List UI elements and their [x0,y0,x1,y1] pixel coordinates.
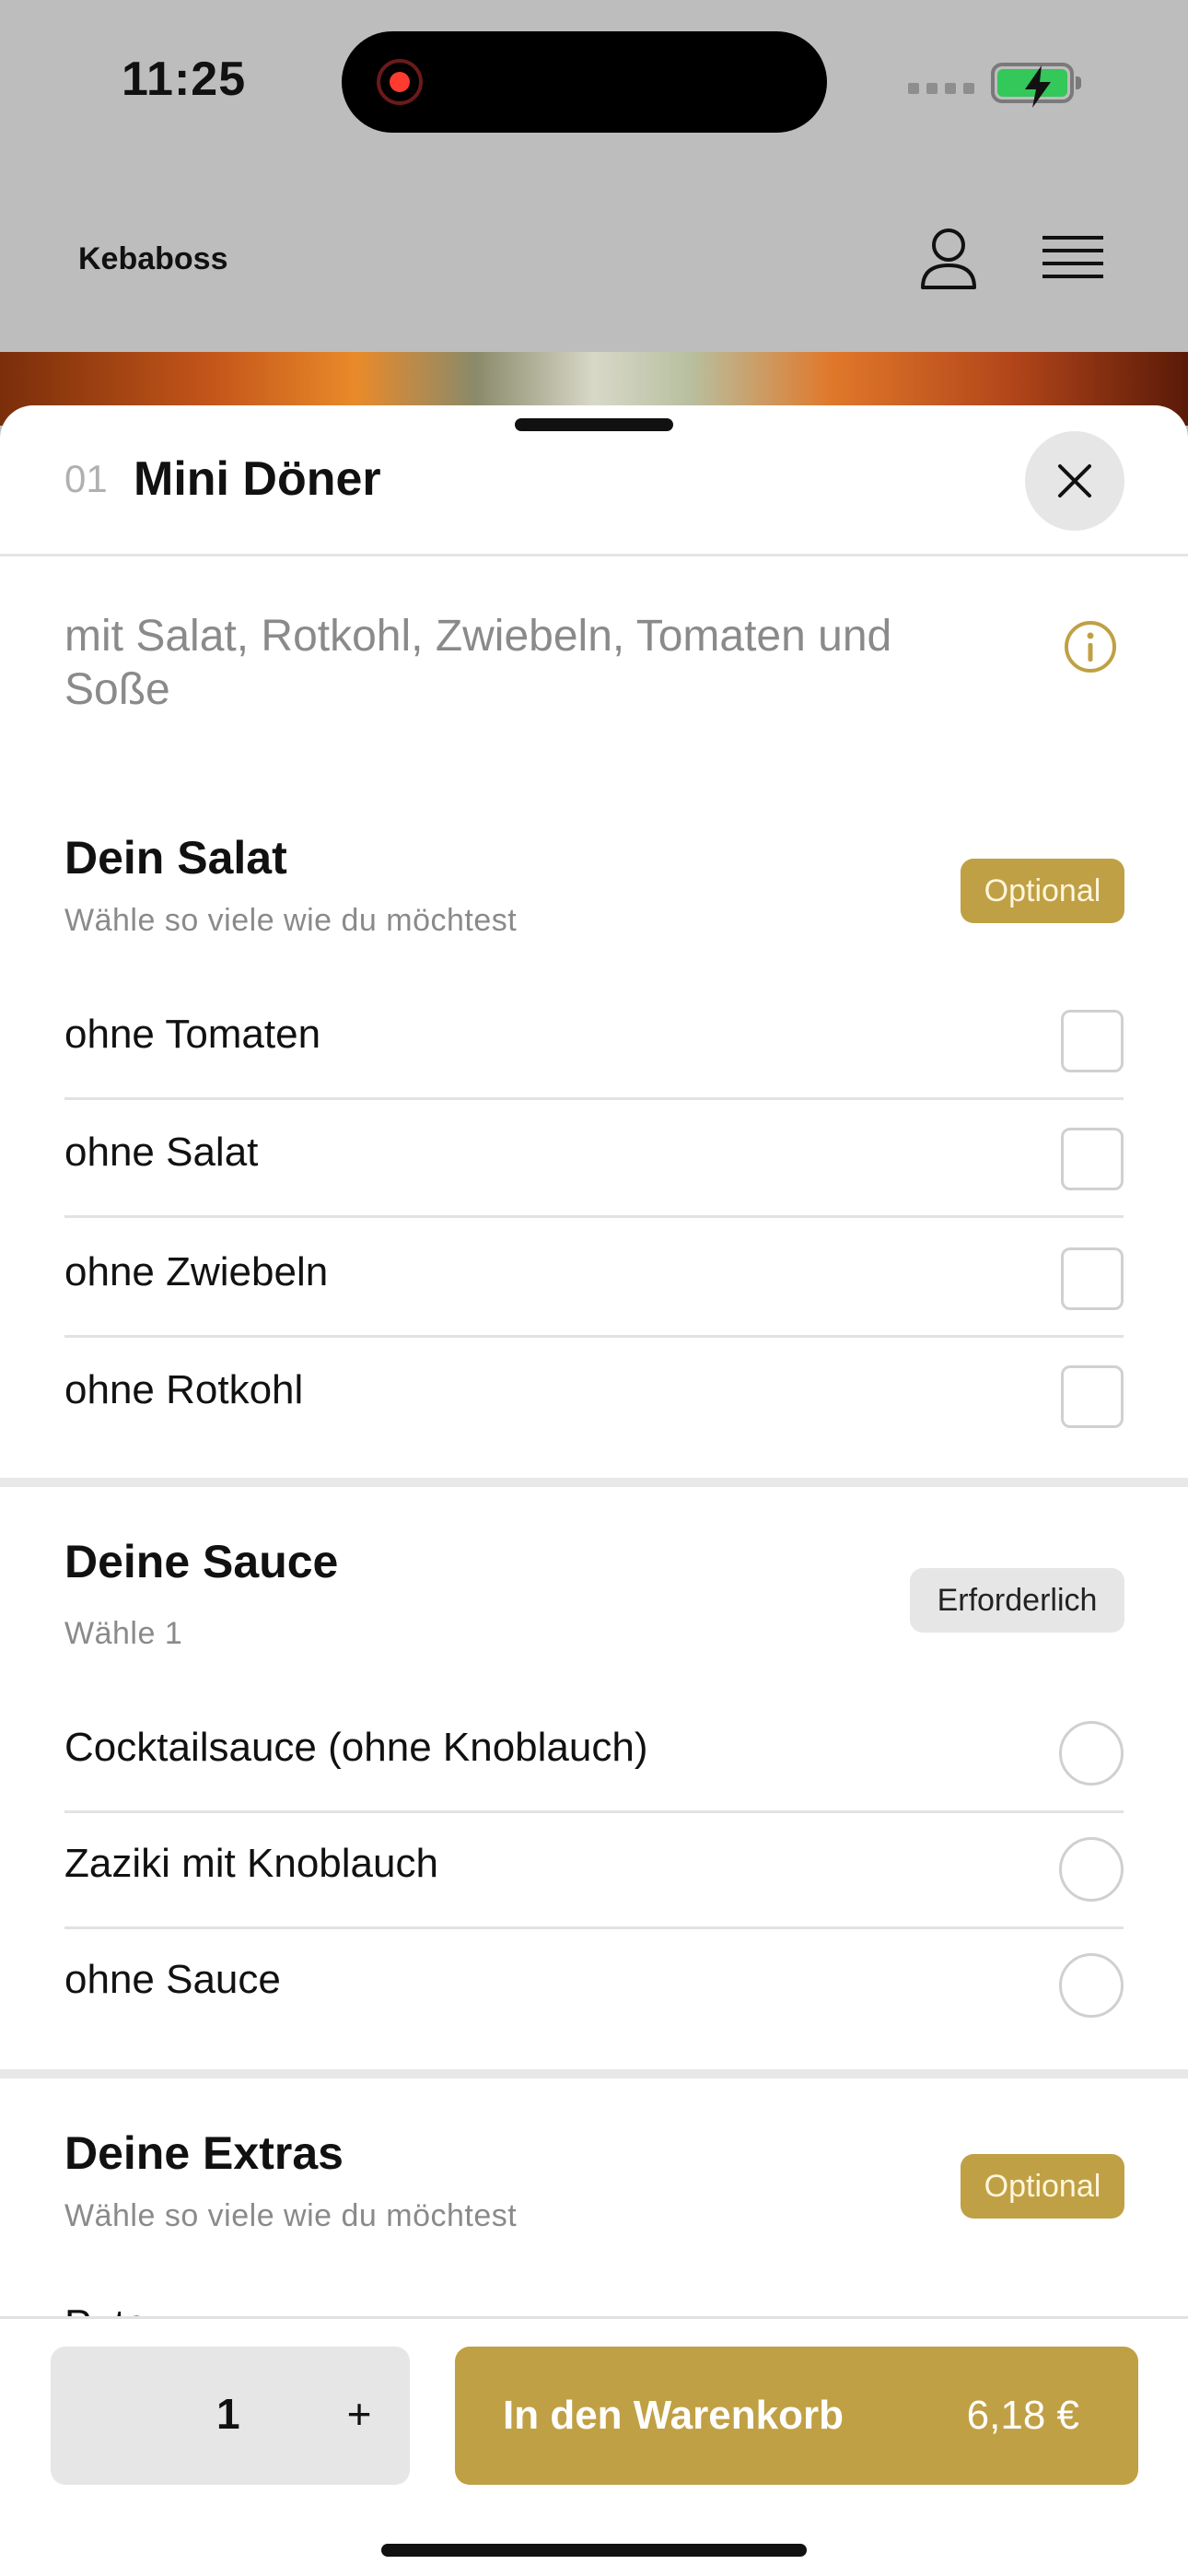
add-to-cart-label: In den Warenkorb [503,2393,844,2438]
option-label: ohne Rotkohl [64,1367,304,1412]
option-row[interactable]: ohne Rotkohl [64,1338,1124,1456]
menu-icon[interactable] [1042,232,1103,284]
section-subtitle-sauce: Wähle 1 [64,1616,183,1651]
option-row[interactable]: ohne Zwiebeln [64,1220,1124,1338]
option-row[interactable]: Cocktailsauce (ohne Knoblauch) [64,1695,1124,1813]
home-indicator[interactable] [381,2544,807,2557]
option-row[interactable]: ohne Salat [64,1100,1124,1218]
section-separator [0,1478,1188,1487]
option-label: ohne Zwiebeln [64,1249,329,1294]
option-row[interactable]: ohne Tomaten [64,982,1124,1100]
plus-button[interactable]: + [327,2382,391,2446]
option-radio[interactable] [1059,1953,1124,2018]
item-description: mit Salat, Rotkohl, Zwiebeln, Tomaten un… [64,612,892,714]
option-radio[interactable] [1059,1721,1124,1786]
option-checkbox[interactable] [1061,1010,1124,1072]
option-radio[interactable] [1059,1837,1124,1902]
info-icon[interactable] [1063,619,1118,674]
close-button[interactable] [1025,431,1124,531]
battery-icon [991,63,1081,108]
bottom-action-bar: 1 + In den Warenkorb 6,18 € [0,2316,1188,2576]
section-subtitle-extras: Wähle so viele wie du möchtest [64,2198,518,2233]
option-label: ohne Sauce [64,1957,281,2002]
quantity-stepper[interactable]: 1 + [51,2347,410,2485]
option-row[interactable]: ohne Sauce [64,1927,1124,2045]
section-title-sauce: Deine Sauce [64,1536,339,1587]
option-label: Zaziki mit Knoblauch [64,1841,438,1886]
section-separator [0,2069,1188,2078]
app-header: Kebaboss [0,166,1188,352]
required-badge: Erforderlich [910,1568,1124,1633]
close-icon [1058,464,1091,498]
product-sheet: 01 Mini Döner mit Salat, Rotkohl, Zwiebe… [0,405,1188,2576]
section-title-extras: Deine Extras [64,2127,344,2179]
option-checkbox[interactable] [1061,1128,1124,1190]
status-bar: 11:25 [0,0,1188,166]
dynamic-island [342,31,827,133]
option-label: ohne Tomaten [64,1012,321,1057]
status-time: 11:25 [122,53,247,106]
item-title: Mini Döner [134,452,381,506]
record-icon [377,59,423,105]
item-number: 01 [64,457,108,500]
option-label: ohne Salat [64,1130,259,1175]
option-checkbox[interactable] [1061,1247,1124,1310]
optional-badge: Optional [961,859,1124,923]
brand-name[interactable]: Kebaboss [78,241,228,277]
option-checkbox[interactable] [1061,1365,1124,1428]
add-to-cart-button[interactable]: In den Warenkorb 6,18 € [455,2347,1138,2485]
cart-price: 6,18 € [966,2393,1079,2438]
section-subtitle-salat: Wähle so viele wie du möchtest [64,903,518,938]
divider [64,1215,1124,1218]
optional-badge: Optional [961,2154,1124,2219]
option-label: Cocktailsauce (ohne Knoblauch) [64,1725,648,1770]
option-row[interactable]: Zaziki mit Knoblauch [64,1811,1124,1929]
signal-icon [908,83,974,94]
section-title-salat: Dein Salat [64,832,287,884]
user-icon[interactable] [919,227,978,291]
quantity-value: 1 [216,2390,240,2438]
sheet-title-row: 01 Mini Döner [0,405,1188,556]
